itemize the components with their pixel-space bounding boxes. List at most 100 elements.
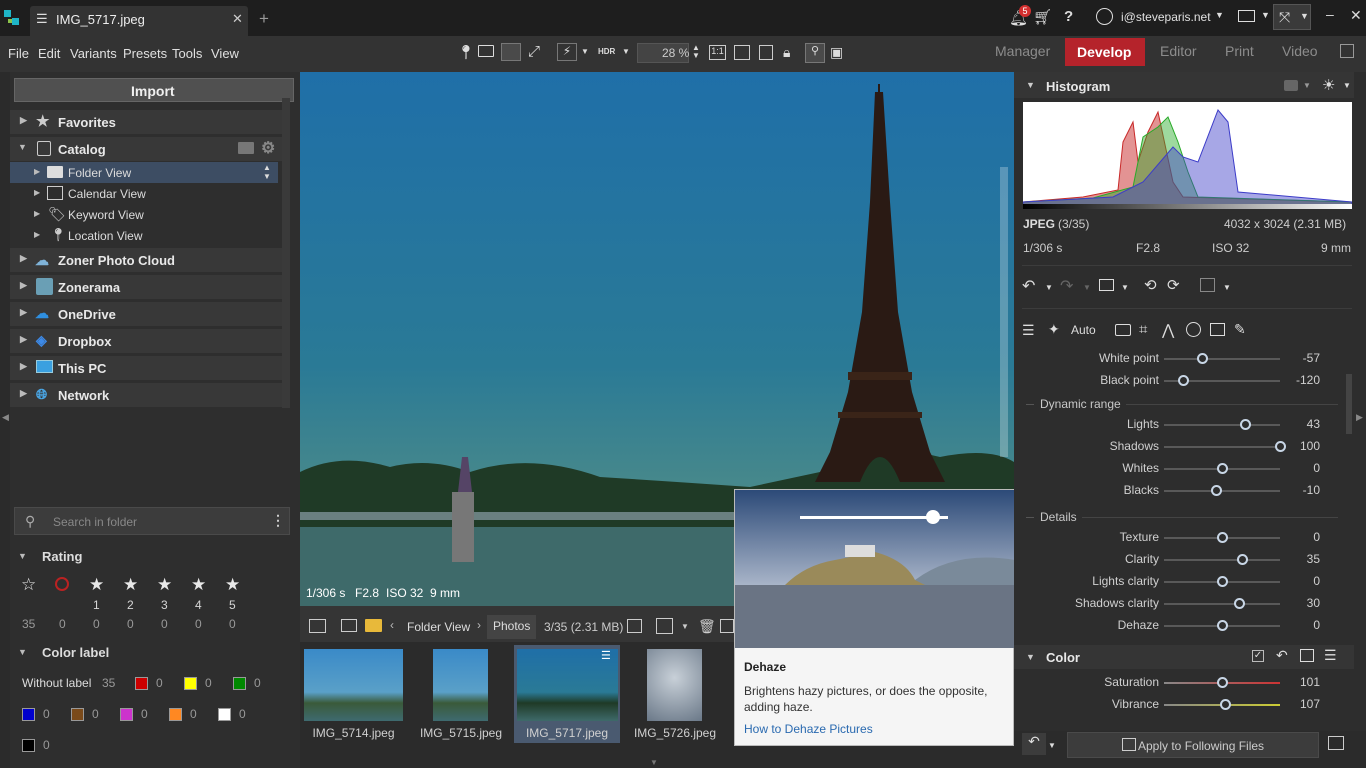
breadcrumb-photos[interactable]: Photos xyxy=(487,615,537,639)
histogram-camera-icon[interactable] xyxy=(1284,80,1298,91)
no-rating-star-icon[interactable]: ☆ xyxy=(21,575,36,595)
undo-icon[interactable]: ↶ xyxy=(1022,276,1035,296)
rating-4-star-icon[interactable]: ★ xyxy=(191,575,206,595)
slider-track[interactable] xyxy=(1164,424,1280,426)
orange-label-swatch[interactable] xyxy=(169,708,182,721)
auto-button[interactable]: Auto xyxy=(1071,323,1096,337)
cart-icon[interactable]: 🛒︎ xyxy=(1033,8,1052,26)
preview-menu-chevron-icon[interactable]: ▼ xyxy=(1121,283,1129,292)
nav-zoner-photo-cloud[interactable]: ▶ ☁︎ Zoner Photo Cloud xyxy=(10,248,282,272)
mode-editor[interactable]: Editor xyxy=(1160,43,1197,59)
catalog-keyword-view[interactable]: ▶ 🏷︎ Keyword View xyxy=(10,204,278,225)
apply-settings-icon[interactable] xyxy=(1328,736,1344,750)
slider-row-whites[interactable]: Whites 0 xyxy=(1014,458,1366,480)
import-photos-icon[interactable] xyxy=(656,618,673,634)
collapse-arrow-icon[interactable]: ▼ xyxy=(18,142,27,152)
rating-collapse-icon[interactable]: ▼ xyxy=(18,551,27,561)
nav-catalog[interactable]: ▼ Catalog ⚙︎ xyxy=(10,137,282,161)
monitor-icon[interactable] xyxy=(1238,10,1255,22)
slider-knob[interactable] xyxy=(1217,463,1228,474)
rating-1-star-icon[interactable]: ★ xyxy=(89,575,104,595)
expand-arrow-icon[interactable]: ▶ xyxy=(20,307,27,318)
slider-knob[interactable] xyxy=(1217,532,1228,543)
close-tab-icon[interactable]: ✕ xyxy=(232,11,243,27)
image-preview-icon[interactable] xyxy=(1099,279,1114,291)
slider-knob[interactable] xyxy=(1237,554,1248,565)
slider-row-saturation[interactable]: Saturation 101 xyxy=(1014,672,1366,694)
rating-2-star-icon[interactable]: ★ xyxy=(123,575,138,595)
nav-favorites[interactable]: ▶ ★ Favorites xyxy=(10,110,282,134)
catalog-folder-view[interactable]: ▶ Folder View ▲ ▼ xyxy=(10,162,278,183)
red-label-swatch[interactable] xyxy=(135,677,148,690)
expand-arrow-icon[interactable]: ▶ xyxy=(20,253,27,264)
breadcrumb-folder-view[interactable]: Folder View xyxy=(407,620,470,634)
image-view-icon[interactable] xyxy=(501,43,521,61)
nav-this-pc[interactable]: ▶ This PC xyxy=(10,356,282,380)
back-chevron-icon[interactable]: ‹ xyxy=(390,618,394,632)
nav-network[interactable]: ▶ 🌐︎ Network xyxy=(10,383,282,407)
compare-icon[interactable] xyxy=(759,45,773,60)
slider-knob[interactable] xyxy=(1275,441,1286,452)
new-tab-icon[interactable]: + xyxy=(259,9,269,29)
copy-icon[interactable] xyxy=(627,619,642,633)
trash-icon[interactable]: 🗑︎ xyxy=(698,618,716,635)
perspective-icon[interactable]: ⋀ xyxy=(1162,321,1174,339)
image-settings-icon[interactable]: ▣ xyxy=(830,44,843,61)
copy-settings-icon[interactable] xyxy=(1300,649,1314,662)
auto-wand-icon[interactable]: ✦ xyxy=(1048,321,1060,338)
slider-value[interactable]: -120 xyxy=(1296,373,1320,387)
mode-manager[interactable]: Manager xyxy=(995,43,1050,59)
mode-print[interactable]: Print xyxy=(1225,43,1254,59)
redo-menu-chevron-icon[interactable]: ▼ xyxy=(1083,283,1091,292)
rotate-right-icon[interactable]: ⟳ xyxy=(1167,276,1180,294)
zoom-1to1-button[interactable]: 1:1 xyxy=(709,45,726,60)
slider-knob[interactable] xyxy=(1240,419,1251,430)
rejected-icon[interactable] xyxy=(55,577,69,591)
lock-icon[interactable]: 🔒︎ xyxy=(783,44,790,61)
yellow-label-swatch[interactable] xyxy=(184,677,197,690)
location-pin-icon[interactable]: 📍︎ xyxy=(457,44,475,61)
expand-arrow-icon[interactable]: ▶ xyxy=(20,334,27,345)
menu-edit[interactable]: Edit xyxy=(38,46,60,61)
slider-row-shadows-clarity[interactable]: Shadows clarity 30 xyxy=(1014,593,1366,615)
slider-value[interactable]: 30 xyxy=(1296,596,1320,610)
slider-value[interactable]: 0 xyxy=(1296,530,1320,544)
zoom-stepper-icon[interactable]: ▲ ▼ xyxy=(692,44,700,60)
brightness-icon[interactable]: ☀︎ xyxy=(1322,76,1335,94)
slider-knob[interactable] xyxy=(1178,375,1189,386)
thumbnail-img-5715[interactable] xyxy=(433,649,488,721)
import-button[interactable]: Import xyxy=(14,78,294,102)
slider-track[interactable] xyxy=(1164,490,1280,492)
rotate-left-icon[interactable]: ⟲ xyxy=(1144,276,1157,294)
slider-value[interactable]: 100 xyxy=(1296,439,1320,453)
import-menu-chevron-icon[interactable]: ▼ xyxy=(681,622,689,631)
thumbnail-img-5717[interactable]: ☰ xyxy=(517,649,618,721)
reset-icon[interactable]: ↶ xyxy=(1276,647,1288,664)
section-menu-icon[interactable]: ☰ xyxy=(1324,647,1337,664)
gear-icon[interactable]: ⚙︎ xyxy=(261,138,275,158)
slider-row-white-point[interactable]: White point -57 xyxy=(1014,348,1366,370)
monitor-menu-chevron-icon[interactable]: ▼ xyxy=(1261,10,1270,20)
slider-row-vibrance[interactable]: Vibrance 107 xyxy=(1014,694,1366,716)
menu-variants[interactable]: Variants xyxy=(70,46,117,61)
slider-knob[interactable] xyxy=(1217,620,1228,631)
viewer-scrollbar[interactable] xyxy=(1000,167,1008,457)
slider-value[interactable]: 0 xyxy=(1296,618,1320,632)
slider-track[interactable] xyxy=(1164,358,1280,360)
expand-arrow-icon[interactable]: ▶ xyxy=(20,388,27,399)
rating-3-star-icon[interactable]: ★ xyxy=(157,575,172,595)
expand-arrow-icon[interactable]: ▶ xyxy=(34,230,40,239)
slider-knob[interactable] xyxy=(1220,699,1231,710)
add-folder-icon[interactable] xyxy=(238,142,254,154)
radial-filter-icon[interactable] xyxy=(1210,323,1225,336)
help-icon[interactable]: ? xyxy=(1064,8,1073,25)
expand-arrow-icon[interactable]: ▶ xyxy=(20,115,27,126)
slider-value[interactable]: 0 xyxy=(1296,574,1320,588)
slider-row-black-point[interactable]: Black point -120 xyxy=(1014,370,1366,392)
slider-value[interactable]: 35 xyxy=(1296,552,1320,566)
histogram-chevron-icon[interactable]: ▼ xyxy=(1303,81,1311,90)
user-menu-chevron-icon[interactable]: ▼ xyxy=(1215,10,1224,20)
color-enabled-checkbox[interactable]: ✓ xyxy=(1252,650,1264,662)
slider-row-lights-clarity[interactable]: Lights clarity 0 xyxy=(1014,571,1366,593)
collapse-left-panel-icon[interactable]: ◀ xyxy=(2,412,9,423)
